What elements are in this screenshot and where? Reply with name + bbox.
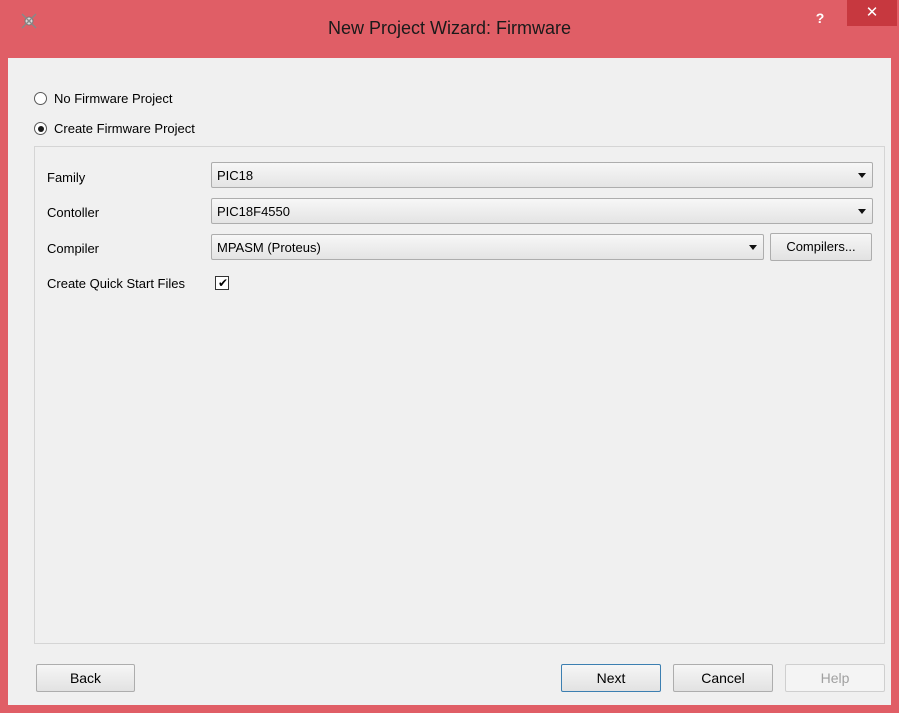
compilers-button[interactable]: Compilers... (770, 233, 872, 261)
help-title-button[interactable]: ? (808, 8, 832, 28)
controller-value: PIC18F4550 (217, 204, 290, 219)
wizard-window: New Project Wizard: Firmware ? ✕ No Firm… (0, 0, 899, 713)
no-firmware-option[interactable]: No Firmware Project (34, 91, 172, 106)
quick-start-checkbox[interactable]: ✔ (215, 276, 229, 290)
create-firmware-radio[interactable] (34, 122, 47, 135)
firmware-settings-group: Family PIC18 Contoller PIC18F4550 Compil… (34, 146, 885, 644)
no-firmware-radio[interactable] (34, 92, 47, 105)
back-button[interactable]: Back (36, 664, 135, 692)
family-select[interactable]: PIC18 (211, 162, 873, 188)
title-bar[interactable]: New Project Wizard: Firmware ? ✕ (0, 0, 899, 58)
controller-select[interactable]: PIC18F4550 (211, 198, 873, 224)
controller-label: Contoller (47, 205, 100, 220)
compiler-select[interactable]: MPASM (Proteus) (211, 234, 764, 260)
chevron-down-icon (749, 245, 757, 250)
chevron-down-icon (858, 173, 866, 178)
dialog-body: No Firmware Project Create Firmware Proj… (8, 58, 891, 705)
create-firmware-option[interactable]: Create Firmware Project (34, 121, 195, 136)
check-icon: ✔ (218, 276, 229, 290)
help-button[interactable]: Help (785, 664, 885, 692)
chevron-down-icon (858, 209, 866, 214)
quick-start-label: Create Quick Start Files (47, 276, 185, 291)
family-value: PIC18 (217, 168, 254, 183)
create-firmware-label: Create Firmware Project (54, 121, 195, 136)
close-button[interactable]: ✕ (847, 0, 897, 26)
compiler-value: MPASM (Proteus) (217, 240, 321, 255)
compiler-label: Compiler (47, 241, 100, 256)
family-label: Family (47, 170, 86, 185)
cancel-button[interactable]: Cancel (673, 664, 773, 692)
window-title: New Project Wizard: Firmware (327, 18, 572, 38)
no-firmware-label: No Firmware Project (54, 91, 173, 106)
next-button[interactable]: Next (561, 664, 661, 692)
